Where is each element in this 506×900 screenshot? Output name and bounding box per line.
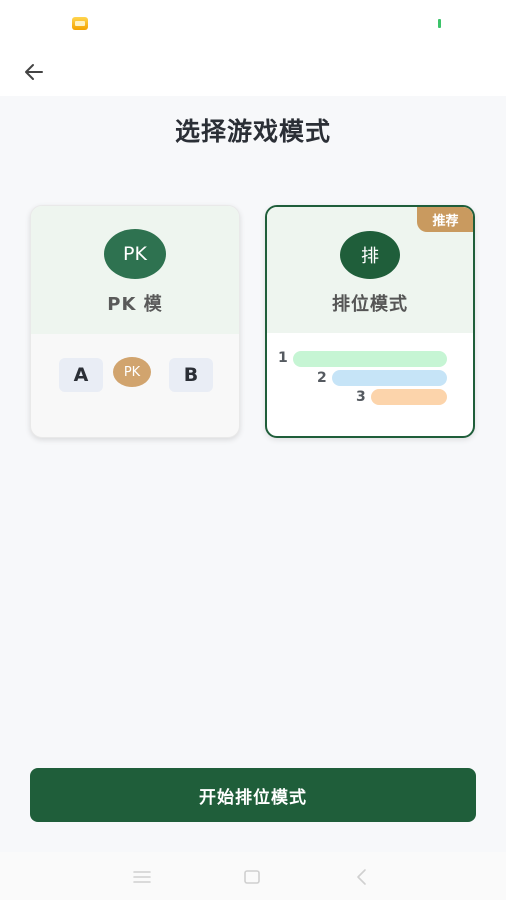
team-a-badge: A xyxy=(59,358,103,392)
nav-menu-button[interactable] xyxy=(131,866,153,888)
home-square-icon xyxy=(244,870,260,884)
rank-mode-label: 排位模式 xyxy=(332,294,408,315)
rank-bar xyxy=(332,370,447,386)
nav-home-button[interactable] xyxy=(241,866,263,888)
header xyxy=(0,48,506,96)
screen: 选择游戏模式 PK PK 模 A PK B 排 排位模式 推荐 1 2 3 开始… xyxy=(0,0,506,900)
status-bar xyxy=(0,0,506,48)
pk-mode-icon: PK xyxy=(104,229,166,279)
pk-mode-label: PK 模 xyxy=(107,294,163,315)
arrow-left-icon xyxy=(25,64,43,80)
menu-icon xyxy=(133,871,151,883)
signal-icon xyxy=(438,19,441,28)
start-rank-mode-button[interactable]: 开始排位模式 xyxy=(30,768,476,822)
card-header: PK PK 模 xyxy=(31,206,239,334)
recommend-badge: 推荐 xyxy=(417,207,473,232)
rank-number: 1 xyxy=(278,350,288,366)
rank-number: 3 xyxy=(356,389,366,405)
rank-mode-icon: 排 xyxy=(340,231,400,279)
page-title: 选择游戏模式 xyxy=(174,117,331,146)
rank-number: 2 xyxy=(317,370,327,386)
pk-mode-card[interactable]: PK PK 模 A PK B xyxy=(30,205,240,438)
rank-bar xyxy=(371,389,447,405)
vs-badge: PK xyxy=(113,357,151,387)
team-b-badge: B xyxy=(169,358,213,392)
rank-mode-card[interactable]: 排 排位模式 推荐 1 2 3 xyxy=(265,205,475,438)
notification-icon xyxy=(72,17,88,30)
back-chevron-icon xyxy=(357,869,366,885)
nav-back-button[interactable] xyxy=(351,866,373,888)
system-nav-bar xyxy=(0,852,506,900)
back-button[interactable] xyxy=(16,54,52,90)
rank-bar xyxy=(293,351,447,367)
